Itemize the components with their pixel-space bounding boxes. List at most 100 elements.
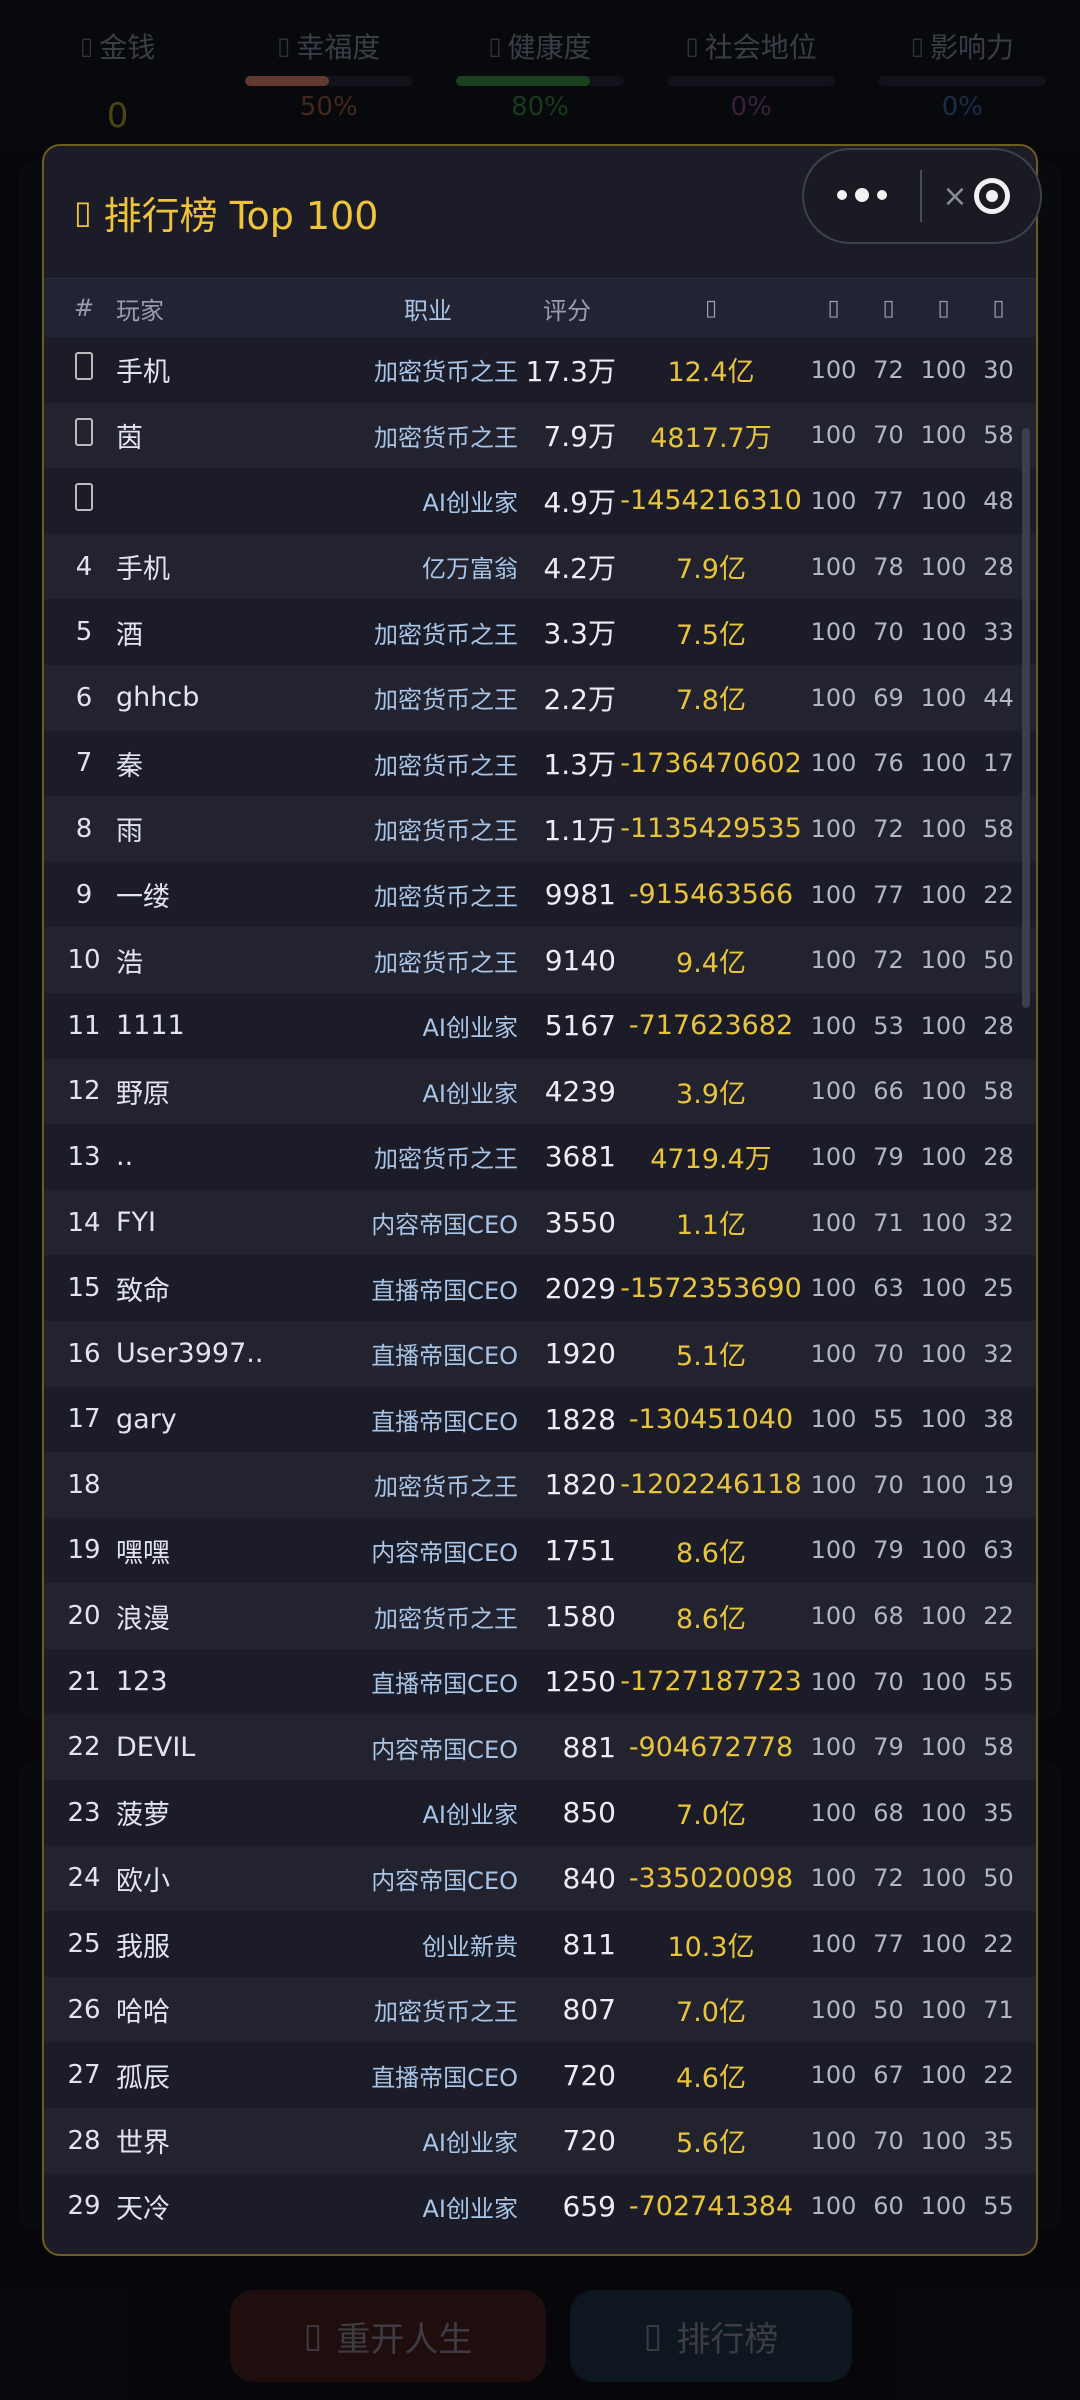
row-rank: 22 <box>67 1732 101 1763</box>
row-player-name: .. <box>116 1141 134 1173</box>
leaderboard-row[interactable]: 27 孤辰 直播帝国CEO 720 4.6亿 100 67 100 22 <box>44 2042 1036 2109</box>
leaderboard-row[interactable]: 25 我服 创业新贵 811 10.3亿 100 77 100 22 <box>44 1911 1036 1977</box>
row-score: 1250 <box>544 1665 616 1699</box>
row-money: 9.4亿 <box>676 947 746 979</box>
leaderboard-row[interactable]: 26 哈哈 加密货币之王 807 7.0亿 100 50 100 71 <box>44 1976 1036 2043</box>
row-rank: 21 <box>67 1666 101 1697</box>
leaderboard-row[interactable]: 5 酒 加密货币之王 3.3万 7.5亿 100 70 100 33 <box>44 599 1036 665</box>
row-health: 70 <box>873 1470 904 1499</box>
row-health: 66 <box>873 1077 904 1106</box>
row-happiness: 100 <box>810 1470 857 1499</box>
row-rank: 6 <box>75 682 93 713</box>
row-influence: 55 <box>983 1667 1014 1696</box>
row-happiness: 100 <box>810 1733 857 1762</box>
leaderboard-row[interactable]: 24 欧小 内容帝国CEO 840 -335020098 100 72 100 50 <box>44 1845 1036 1912</box>
row-money: 8.6亿 <box>676 1603 746 1635</box>
row-health: 78 <box>873 552 904 581</box>
row-rank: 9 <box>75 879 93 910</box>
leaderboard-row[interactable]: 13.. 加密货币之王 3681 4719.4万 100 79 100 28 <box>44 1124 1036 1190</box>
row-job: 亿万富翁 <box>422 555 518 584</box>
row-money: 7.0亿 <box>676 1800 746 1832</box>
row-influence: 58 <box>983 814 1014 843</box>
row-money: 5.6亿 <box>676 2128 746 2160</box>
more-menu-button[interactable] <box>804 188 920 202</box>
row-rank: 11 <box>67 1010 101 1041</box>
row-influence: 30 <box>983 355 1014 384</box>
row-health: 77 <box>873 1930 904 1959</box>
leaderboard-row[interactable]: 19 嘿嘿 内容帝国CEO 1751 8.6亿 100 79 100 63 <box>44 1517 1036 1584</box>
leaderboard-row[interactable]: 6 ghhcb 加密货币之王 2.2万 7.8亿 100 69 100 44 <box>44 664 1036 731</box>
row-job: 加密货币之王 <box>374 883 518 912</box>
row-health: 69 <box>873 683 904 712</box>
row-score: 4.2万 <box>543 551 616 585</box>
row-money: -1202246118 <box>620 1469 802 1501</box>
row-rank: 23 <box>67 1797 101 1828</box>
leaderboard-row[interactable]: 15 致命 直播帝国CEO 2029 -1572353690 100 63 100 25 <box>44 1255 1036 1321</box>
row-rank: 12 <box>67 1076 101 1107</box>
row-job: AI创业家 <box>422 1801 519 1830</box>
medal-icon <box>75 483 93 512</box>
leaderboard-row[interactable]: 手机 加密货币之王 17.3万 12.4亿 100 72 100 30 <box>44 337 1036 403</box>
row-happiness: 100 <box>810 618 857 647</box>
leaderboard-row[interactable]: 10 浩 加密货币之王 9140 9.4亿 100 72 100 50 <box>44 927 1036 993</box>
row-status: 100 <box>920 1536 967 1565</box>
leaderboard-row[interactable]: 18 加密货币之王 1820 -1202246118 100 70 100 19 <box>44 1452 1036 1518</box>
leaderboard-row[interactable]: 9 一缕 加密货币之王 9981 -915463566 100 77 100 22 <box>44 861 1036 928</box>
row-player-name: 致命 <box>116 1275 170 1307</box>
row-rank: 24 <box>67 1863 101 1894</box>
leaderboard-row[interactable]: 20 浪漫 加密货币之王 1580 8.6亿 100 68 100 22 <box>44 1583 1036 1649</box>
row-player-name: 酒 <box>116 619 143 651</box>
row-happiness: 100 <box>810 1274 857 1303</box>
scrollbar-thumb[interactable] <box>1022 428 1030 1008</box>
leaderboard-row[interactable]: 8 雨 加密货币之王 1.1万 -1135429535 100 72 100 58 <box>44 796 1036 862</box>
leaderboard-row[interactable]: 茵 加密货币之王 7.9万 4817.7万 100 70 100 58 <box>44 402 1036 469</box>
leaderboard-row[interactable]: 23 菠萝 AI创业家 850 7.0亿 100 68 100 35 <box>44 1780 1036 1846</box>
leaderboard-row[interactable]: 7 秦 加密货币之王 1.3万 -1736470602 100 76 100 17 <box>44 730 1036 797</box>
row-happiness: 100 <box>810 1142 857 1171</box>
row-happiness: 100 <box>810 880 857 909</box>
row-status: 100 <box>920 1995 967 2024</box>
row-money: 7.5亿 <box>676 619 746 651</box>
leaderboard-row[interactable]: 12 野原 AI创业家 4239 3.9亿 100 66 100 58 <box>44 1058 1036 1125</box>
row-score: 811 <box>562 1927 616 1961</box>
row-status: 100 <box>920 1208 967 1237</box>
leaderboard-list[interactable]: 手机 加密货币之王 17.3万 12.4亿 100 72 100 30 茵加密货币之王 7.9万 4… <box>44 337 1036 2240</box>
row-player-name: User3997.. <box>116 1338 264 1370</box>
row-happiness: 100 <box>810 1864 857 1893</box>
scrollbar[interactable] <box>1022 428 1030 2228</box>
row-score: 2.2万 <box>543 682 616 716</box>
leaderboard-row[interactable]: 29 天冷 AI创业家 659 -702741384 100 60 100 55 <box>44 2173 1036 2240</box>
row-job: 加密货币之王 <box>374 1604 518 1633</box>
row-money: 10.3亿 <box>667 1931 755 1963</box>
row-influence: 48 <box>983 486 1014 515</box>
row-status: 100 <box>920 1733 967 1762</box>
row-happiness: 100 <box>810 486 857 515</box>
leaderboard-row[interactable]: 4 手机 亿万富翁 4.2万 7.9亿 100 78 100 28 <box>44 533 1036 600</box>
row-happiness: 100 <box>810 2192 857 2221</box>
leaderboard-row[interactable]: AI创业家 4.9万 -1454216310 100 77 100 48 <box>44 468 1036 534</box>
row-score: 1920 <box>544 1337 616 1371</box>
leaderboard-row[interactable]: 16 User3997.. 直播帝国CEO 1920 5.1亿 100 70 100 32 <box>44 1320 1036 1387</box>
row-rank: 18 <box>67 1469 101 1500</box>
row-health: 72 <box>873 814 904 843</box>
leaderboard-row[interactable]: 28 世界 AI创业家 720 5.6亿 100 70 100 35 <box>44 2108 1036 2174</box>
row-rank: 14 <box>67 1207 101 1238</box>
row-status: 100 <box>920 1077 967 1106</box>
row-score: 5167 <box>544 1009 616 1043</box>
row-status: 100 <box>920 618 967 647</box>
row-status: 100 <box>920 1405 967 1434</box>
leaderboard-row[interactable]: 14 FYI 内容帝国CEO 3550 1.1亿 100 71 100 32 <box>44 1189 1036 1256</box>
row-money: -904672778 <box>628 1731 794 1763</box>
leaderboard-row[interactable]: 17 gary 直播帝国CEO 1828 -130451040 100 55 100 38 <box>44 1386 1036 1453</box>
column-header-job: 职业 <box>404 296 452 325</box>
table-header: # 玩家 职业 评分 ▯ ▯ ▯ ▯ ▯ <box>44 279 1036 337</box>
leaderboard-row[interactable]: 11 1111 AI创业家 5167 -717623682 100 53 100 28 <box>44 992 1036 1059</box>
row-happiness: 100 <box>810 1405 857 1434</box>
close-miniprogram-button[interactable]: × <box>922 178 1040 214</box>
row-player-name: 1111 <box>116 1010 185 1042</box>
leaderboard-row[interactable]: 22 DEVIL 内容帝国CEO 881 -904672778 100 79 100 58 <box>44 1714 1036 1781</box>
row-health: 72 <box>873 355 904 384</box>
leaderboard-row[interactable]: 21 123 直播帝国CEO 1250 -1727187723 100 70 100 55 <box>44 1648 1036 1715</box>
row-influence: 44 <box>983 683 1014 712</box>
row-score: 1820 <box>544 1468 616 1502</box>
